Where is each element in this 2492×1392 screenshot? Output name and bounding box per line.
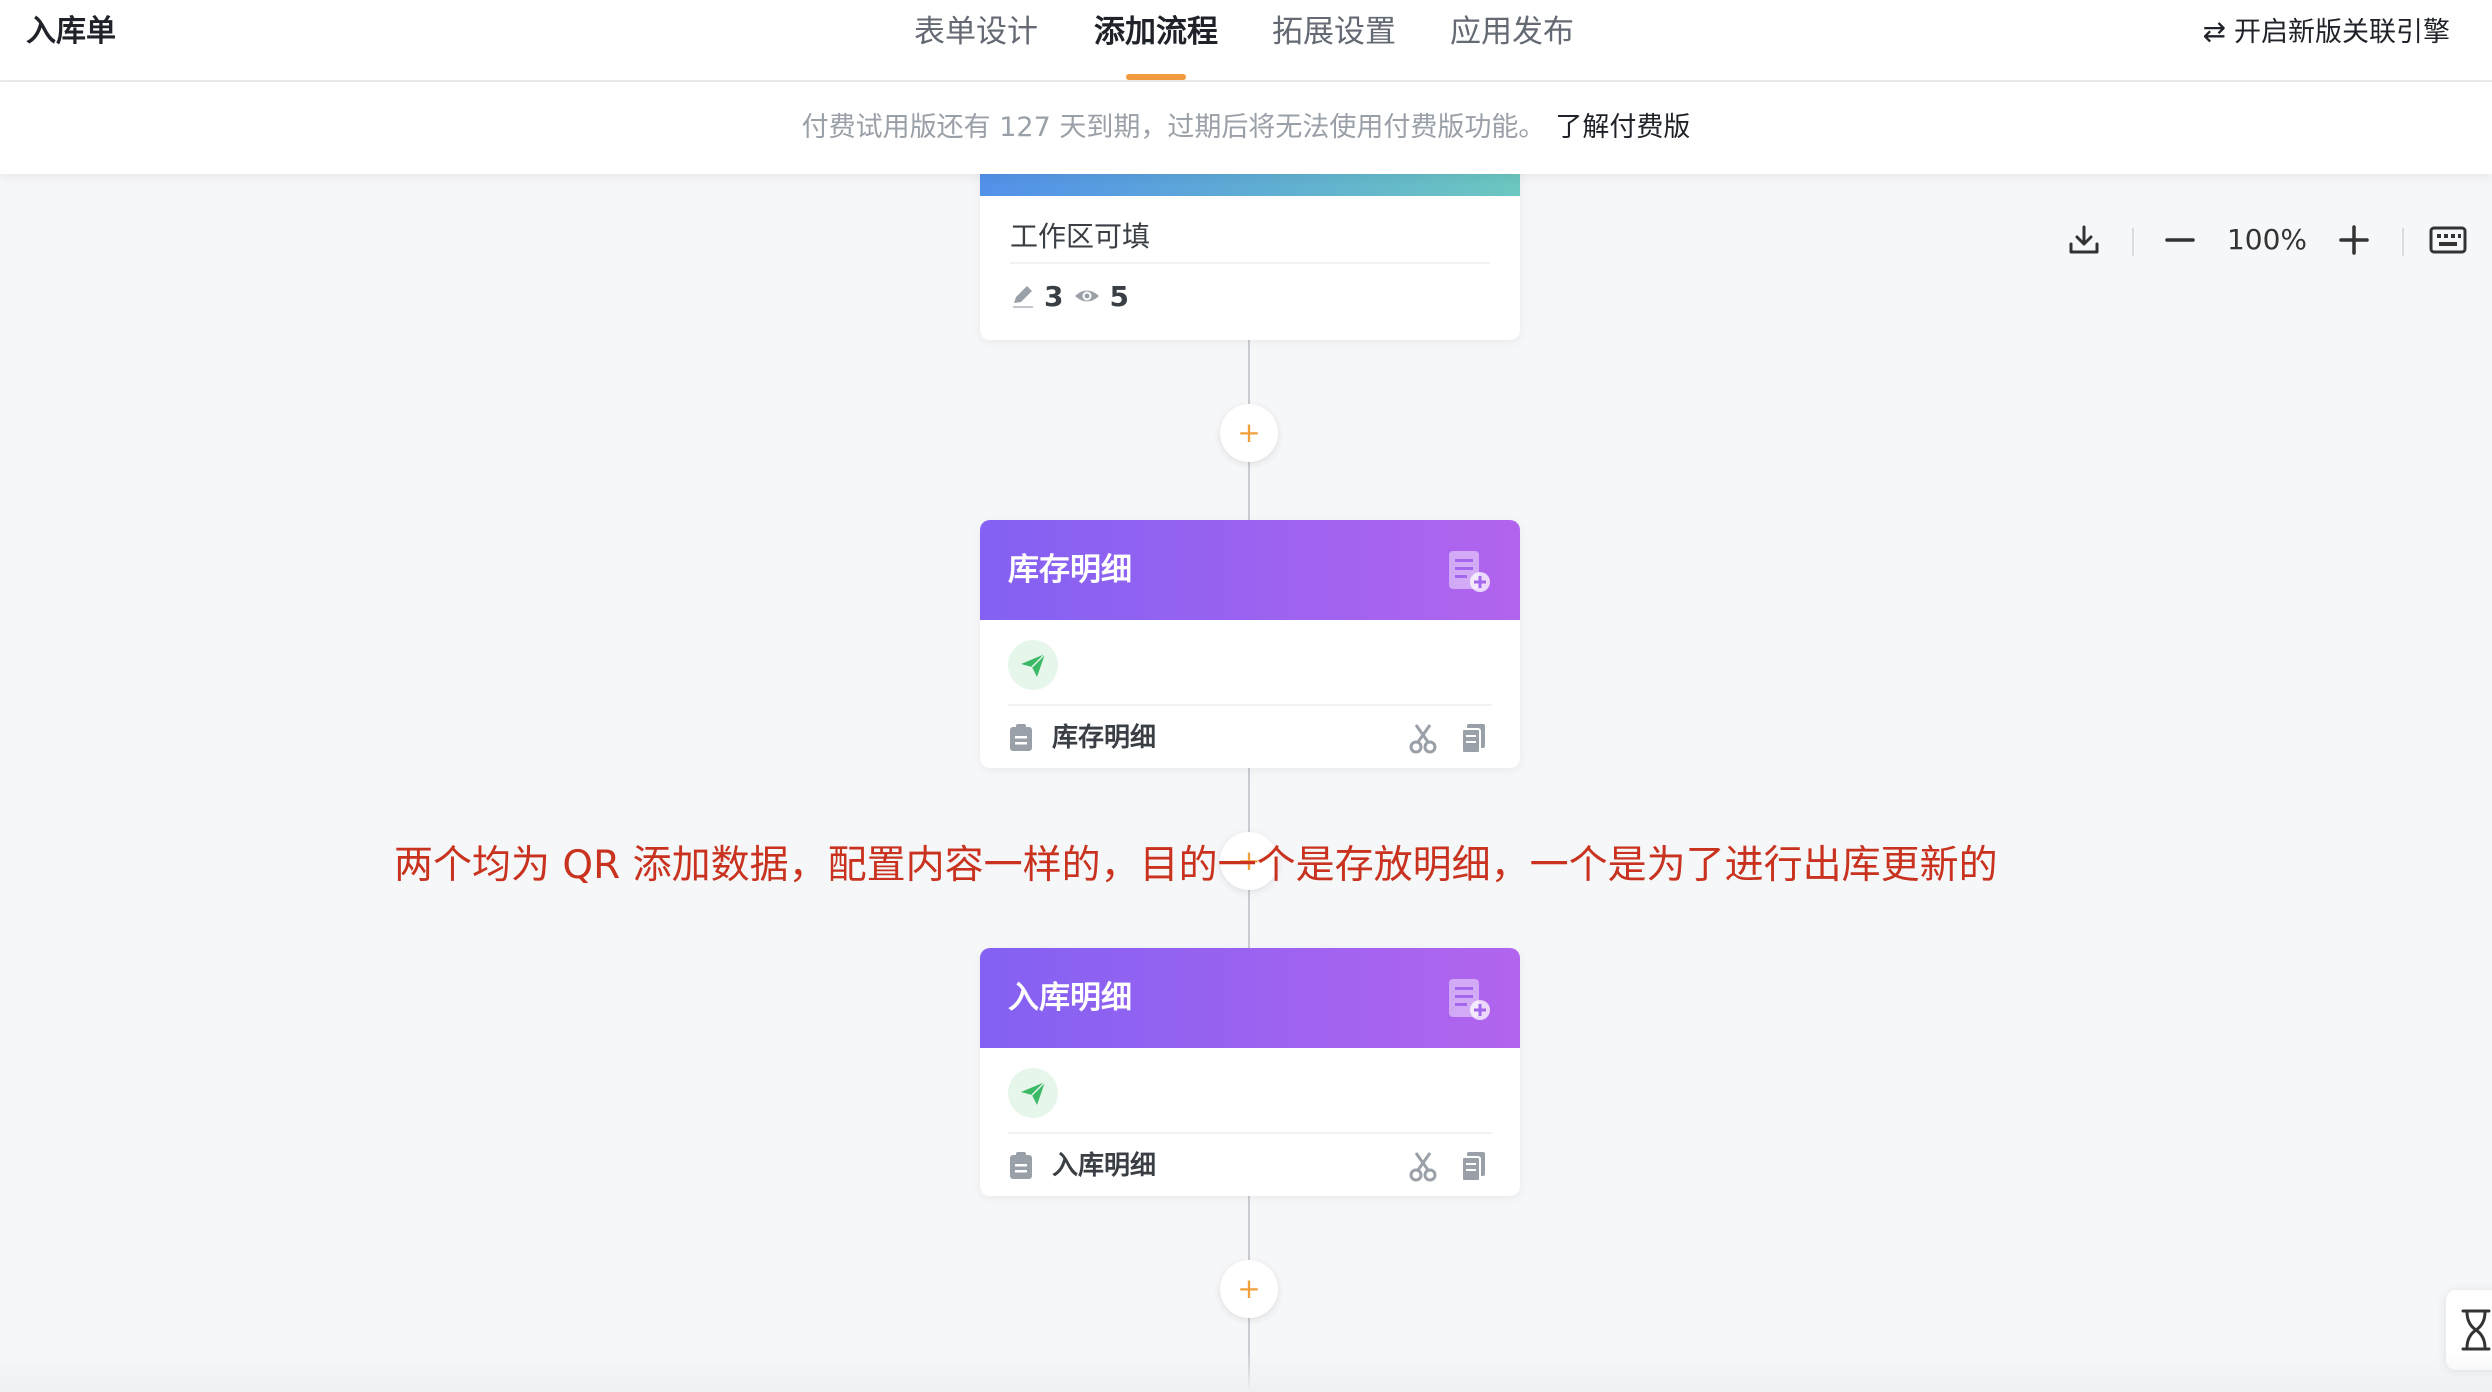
node-card-inbound-detail[interactable]: 入库明细 入库明细: [980, 948, 1520, 1196]
target-form-row: 库存明细: [1008, 718, 1492, 758]
target-form-label: 入库明细: [1052, 1151, 1157, 1181]
add-node-button[interactable]: +: [1220, 1260, 1278, 1318]
zoom-out-icon[interactable]: [2156, 216, 2204, 264]
field-permission-stats: 3 5: [1010, 276, 1139, 316]
tab-bar: 表单设计 添加流程 拓展设置 应用发布: [0, 0, 2492, 80]
card-divider: [1008, 704, 1492, 706]
node-card-body: 入库明细: [980, 1048, 1520, 1196]
node-card-header: 库存明细: [980, 520, 1520, 620]
send-icon: [1008, 640, 1058, 690]
document-icon: [1010, 724, 1032, 751]
target-form-label: 库存明细: [1052, 723, 1157, 753]
add-data-icon: [1449, 979, 1490, 1020]
tab-app-publish[interactable]: 应用发布: [1450, 12, 1574, 52]
keyboard-icon[interactable]: [2424, 216, 2472, 264]
node-card-inventory-detail[interactable]: 库存明细 库存明细: [980, 520, 1520, 768]
download-icon[interactable]: [2060, 216, 2108, 264]
previous-node-card[interactable]: 工作区可填 3 5: [980, 150, 1520, 340]
top-bar: 入库单 表单设计 添加流程 拓展设置 应用发布 ⇄ 开启新版关联引擎: [0, 0, 2492, 82]
swap-icon: ⇄: [2202, 15, 2226, 48]
send-icon: [1008, 1068, 1058, 1118]
tab-add-process[interactable]: 添加流程: [1094, 12, 1218, 52]
enable-new-engine-label: 开启新版关联引擎: [2234, 17, 2450, 48]
zoom-level: 100%: [2226, 223, 2308, 256]
cut-icon[interactable]: [1408, 722, 1438, 754]
flow-designer-page: 入库单 表单设计 添加流程 拓展设置 应用发布 ⇄ 开启新版关联引擎 付费试用版还…: [0, 0, 2492, 1392]
edit-icon: [1013, 286, 1033, 308]
zoom-toolbar: 100%: [2060, 216, 2480, 264]
card-divider: [1008, 1132, 1492, 1134]
node-card-title: 入库明细: [1008, 980, 1132, 1016]
eye-icon: [1075, 290, 1100, 302]
copy-icon[interactable]: [1458, 722, 1488, 754]
trial-banner-text: 付费试用版还有 127 天到期，过期后将无法使用付费版功能。: [801, 112, 1546, 143]
toolbar-separator: [2402, 228, 2404, 256]
toolbar-separator: [2132, 228, 2134, 256]
add-node-button[interactable]: +: [1220, 404, 1278, 462]
visible-count: 5: [1109, 279, 1129, 313]
zoom-in-icon[interactable]: [2330, 216, 2378, 264]
learn-paid-version-link[interactable]: 了解付费版: [1555, 112, 1690, 143]
node-card-header: 入库明细: [980, 948, 1520, 1048]
annotation-note: 两个均为 QR 添加数据，配置内容一样的，目的一个是存放明细，一个是为了进行出库…: [394, 843, 1998, 888]
trial-banner: 付费试用版还有 127 天到期，过期后将无法使用付费版功能。 了解付费版: [0, 82, 2492, 174]
node-card-title: 库存明细: [1008, 552, 1132, 588]
tab-extension-settings[interactable]: 拓展设置: [1272, 12, 1396, 52]
target-form-row: 入库明细: [1008, 1146, 1492, 1186]
document-icon: [1010, 1152, 1032, 1179]
card-divider: [1010, 262, 1490, 264]
editable-count: 3: [1044, 279, 1064, 313]
enable-new-engine-link[interactable]: ⇄ 开启新版关联引擎: [2203, 14, 2450, 51]
active-tab-indicator: [1126, 74, 1186, 80]
bottom-fade: [0, 1352, 2492, 1392]
cut-icon[interactable]: [1408, 1150, 1438, 1182]
copy-icon[interactable]: [1458, 1150, 1488, 1182]
add-data-icon: [1449, 551, 1490, 592]
tab-form-design[interactable]: 表单设计: [914, 12, 1038, 52]
workspace-fillable-label: 工作区可填: [1010, 220, 1151, 253]
node-card-body: 库存明细: [980, 620, 1520, 768]
